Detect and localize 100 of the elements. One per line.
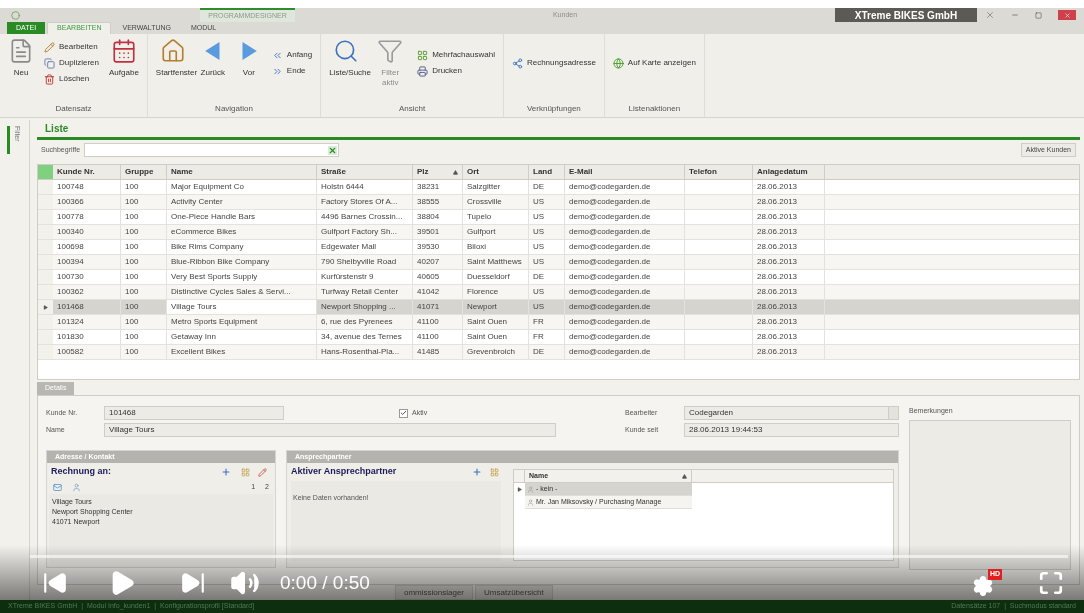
previous-icon[interactable] xyxy=(42,570,68,596)
table-row[interactable]: 100340 100 eCommerce Bikes Gulfport Factory Sh... 39501 Gulfport US demo@codegarden.de 28.06.2013 xyxy=(38,225,1079,240)
table-row[interactable]: 101830 100 Getaway Inn 34, avenue des Ternes 41100 Saint Ouen FR demo@codegarden.de 28.06.2013 xyxy=(38,330,1079,345)
column-header[interactable]: Ort xyxy=(463,165,529,179)
column-header[interactable]: Plz xyxy=(413,165,463,179)
add-icon[interactable] xyxy=(472,467,482,477)
table-cell: 100 xyxy=(121,315,167,329)
ribbon-button[interactable]: Vor xyxy=(231,38,266,100)
table-row[interactable]: 100582 100 Excellent Bikes Hans-Rosenthal-Pla... 41485 Grevenbroich DE demo@codegarden.de 28.06.2013 xyxy=(38,345,1079,360)
table-cell: FR xyxy=(529,315,565,329)
ribbon-button[interactable]: Rechnungsadresse xyxy=(507,55,600,71)
ribbon-button[interactable]: Ende xyxy=(267,63,317,79)
table-cell: 100362 xyxy=(53,285,121,299)
delete-icon xyxy=(44,73,55,85)
table-row[interactable]: 100366 100 Activity Center Factory Stores Of A... 38555 Crossville US demo@codegarden.de 28.06.2013 xyxy=(38,195,1079,210)
remarks-field[interactable] xyxy=(909,419,1071,570)
table-row[interactable]: 100698 100 Bike Rims Company Edgewater Mall 39530 Biloxi US demo@codegarden.de 28.06.2013 xyxy=(38,240,1079,255)
table-cell: demo@codegarden.de xyxy=(565,195,685,209)
column-header[interactable]: Telefon xyxy=(685,165,753,179)
table-cell: 39501 xyxy=(413,225,463,239)
minimize-icon[interactable] xyxy=(1011,11,1019,19)
table-row[interactable]: 101324 100 Metro Sports Equipment 6, rue des Pyrenees 41100 Saint Ouen FR demo@codegarden.de 28.06.2013 xyxy=(38,315,1079,330)
column-header[interactable]: Kunde Nr. xyxy=(53,165,121,179)
row-indicator-icon xyxy=(43,304,48,310)
table-row[interactable]: 100748 100 Major Equipment Co Holstn 6444 38231 Salzgitter DE demo@codegarden.de 28.06.2013 xyxy=(38,180,1079,195)
column-header[interactable]: Land xyxy=(529,165,565,179)
table-cell: 38804 xyxy=(413,210,463,224)
table-cell: Edgewater Mall xyxy=(317,240,413,254)
table-cell: Salzgitter xyxy=(463,180,529,194)
table-cell: 28.06.2013 xyxy=(753,270,825,284)
table-cell: 101324 xyxy=(53,315,121,329)
table-cell: Gulfport Factory Sh... xyxy=(317,225,413,239)
column-header[interactable]: E-Mail xyxy=(565,165,685,179)
table-cell: One-Piece Handle Bars xyxy=(167,210,317,224)
fullscreen-icon[interactable] xyxy=(1038,570,1064,596)
company-label: XTreme BIKES GmbH xyxy=(835,8,977,22)
table-cell: demo@codegarden.de xyxy=(565,210,685,224)
table-cell: Activity Center xyxy=(167,195,317,209)
maximize-icon[interactable] xyxy=(1035,11,1042,19)
close-button[interactable] xyxy=(1058,10,1076,20)
calendar-icon xyxy=(110,38,137,64)
table-cell: Tupelo xyxy=(463,210,529,224)
table-row[interactable]: 100362 100 Distinctive Cycles Sales & Servi... Turfway Retail Center 41042 Florence US demo@codegarden.de 28.06.2013 xyxy=(38,285,1079,300)
ribbon-button[interactable]: Duplizieren xyxy=(40,55,104,71)
table-cell: 100582 xyxy=(53,345,121,359)
ribbon-button[interactable]: Aufgabe xyxy=(105,38,143,100)
ribbon-button[interactable]: Anfang xyxy=(267,47,317,63)
ribbon-button[interactable]: Mehrfachauswahl xyxy=(413,47,499,63)
mail-icon[interactable] xyxy=(53,483,62,492)
search-field[interactable] xyxy=(84,143,340,157)
table-cell: Turfway Retail Center xyxy=(317,285,413,299)
app-icon xyxy=(10,10,20,20)
customer-since-field[interactable]: 28.06.2013 19:44:53 xyxy=(684,423,899,437)
table-cell: Village Tours xyxy=(167,300,317,314)
close-icon[interactable] xyxy=(985,10,995,20)
ribbon-button[interactable]: Neu xyxy=(4,38,38,100)
column-header[interactable]: Anlagedatum xyxy=(753,165,825,179)
table-cell: US xyxy=(529,240,565,254)
table-cell: DE xyxy=(529,180,565,194)
edit-icon[interactable] xyxy=(490,467,499,477)
column-header[interactable]: Straße xyxy=(317,165,413,179)
table-cell: 28.06.2013 xyxy=(753,180,825,194)
edit-icon[interactable] xyxy=(241,467,250,477)
column-header[interactable]: Gruppe xyxy=(121,165,167,179)
column-header[interactable]: Name xyxy=(167,165,317,179)
table-cell: US xyxy=(529,255,565,269)
table-cell: 100748 xyxy=(53,180,121,194)
person-icon[interactable] xyxy=(72,483,81,492)
table-cell: US xyxy=(529,210,565,224)
eraser-icon[interactable] xyxy=(258,467,267,477)
ribbon-button[interactable]: Bearbeiten xyxy=(40,39,104,55)
table-cell: Grevenbroich xyxy=(463,345,529,359)
customer-number-field[interactable]: 101468 xyxy=(104,406,284,420)
ribbon-button[interactable]: Löschen xyxy=(40,71,104,87)
person-icon xyxy=(527,498,534,506)
table-cell: 100 xyxy=(121,255,167,269)
table-row[interactable]: 100730 100 Very Best Sports Supply Kurfürstenstr 9 40605 Duesseldorf DE demo@codegarden.de 28.06.2013 xyxy=(38,270,1079,285)
panel-title: Rechnung an: xyxy=(51,465,111,479)
ribbon-button[interactable]: Drucken xyxy=(413,63,499,79)
active-checkbox[interactable] xyxy=(399,408,408,418)
table-cell: Very Best Sports Supply xyxy=(167,270,317,284)
next-icon[interactable] xyxy=(180,570,206,596)
table-cell: Holstn 6444 xyxy=(317,180,413,194)
check-icon xyxy=(400,409,407,417)
row-header[interactable] xyxy=(38,300,53,314)
ribbon-button[interactable]: Auf Karte anzeigen xyxy=(608,55,700,71)
name-field[interactable]: Village Tours xyxy=(104,423,556,437)
select-all-cell[interactable] xyxy=(38,165,53,179)
clear-icon[interactable] xyxy=(328,145,338,155)
table-row[interactable]: 100394 100 Blue-Ribbon Bike Company 790 Shelbyville Road 40207 Saint Matthews US demo@codegarden.de 28.06.2013 xyxy=(38,255,1079,270)
share-icon xyxy=(511,57,523,69)
table-row[interactable]: 100778 100 One-Piece Handle Bars 4496 Barnes Crossin... 38804 Tupelo US demo@codegarden.de 28.06.2013 xyxy=(38,210,1079,225)
table-cell: 39530 xyxy=(413,240,463,254)
editor-dropdown[interactable]: Codegarden xyxy=(684,406,899,420)
table-cell: Getaway Inn xyxy=(167,330,317,344)
table-row[interactable]: 101468 100 Village Tours Newport Shopping ... 41071 Newport US demo@codegarden.de 28.06.2013 xyxy=(38,300,1079,315)
table-cell: Hans-Rosenthal-Pla... xyxy=(317,345,413,359)
table-cell: Duesseldorf xyxy=(463,270,529,284)
add-icon[interactable] xyxy=(221,467,231,477)
table-cell: 101468 xyxy=(53,300,121,314)
